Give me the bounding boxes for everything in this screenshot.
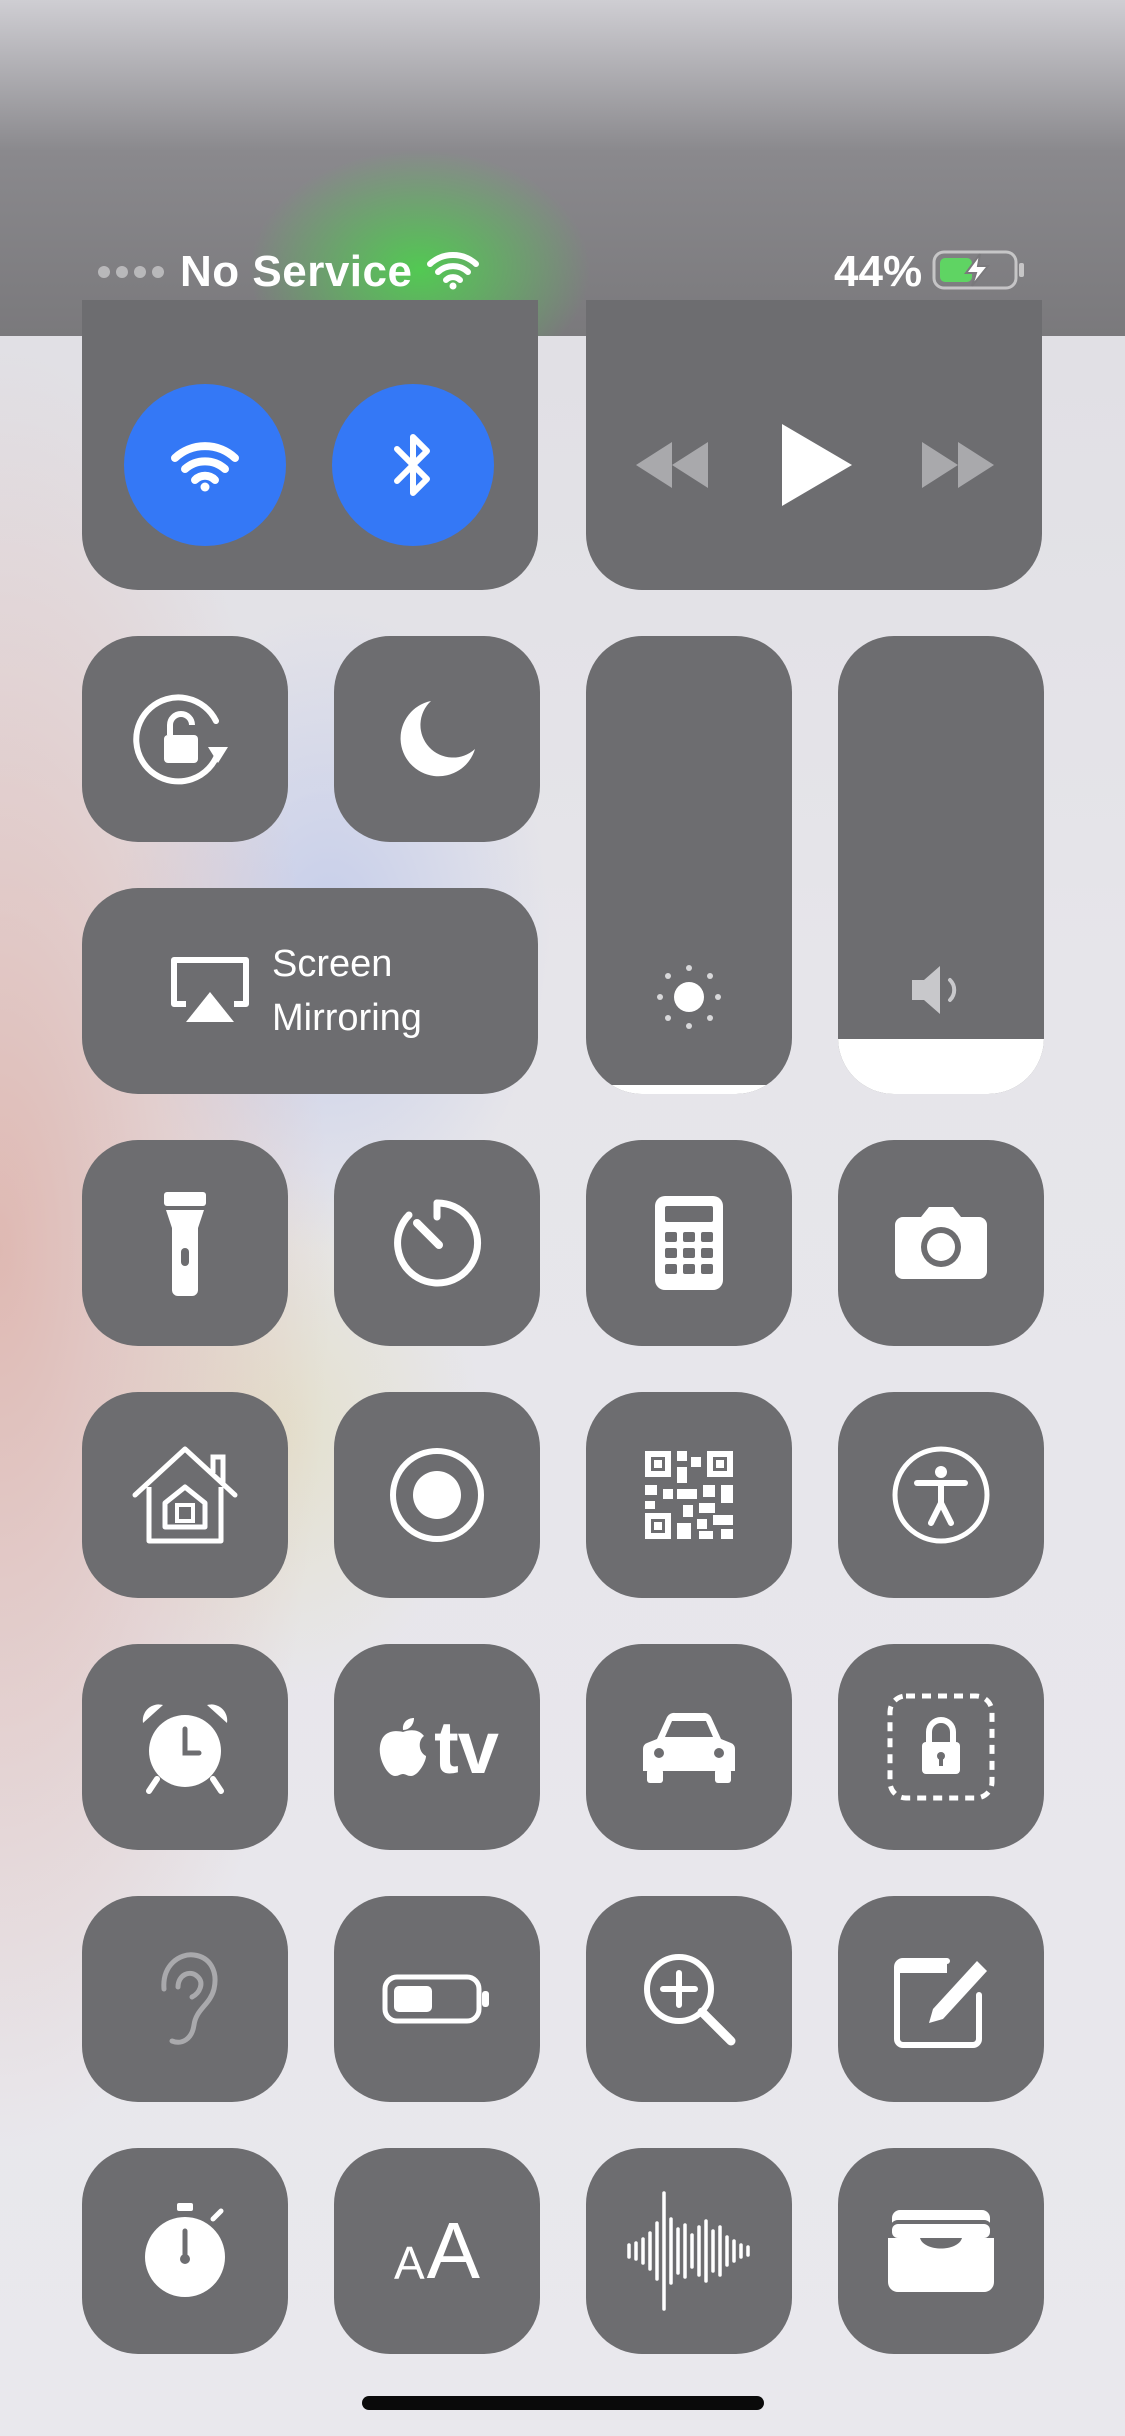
now-playing-module (586, 300, 1042, 590)
brightness-icon (586, 962, 792, 1032)
volume-slider[interactable] (838, 636, 1044, 1094)
status-left: No Service (98, 242, 480, 302)
magnifier-button[interactable] (586, 1896, 792, 2102)
volume-level (838, 1039, 1044, 1094)
battery-charging-icon (932, 248, 1028, 297)
status-bar: No Service 44% (0, 0, 1125, 336)
apple-tv-remote-button[interactable]: tv (334, 1644, 540, 1850)
calculator-button[interactable] (586, 1140, 792, 1346)
magnifier-icon (639, 1949, 739, 2049)
connectivity-module (82, 300, 538, 590)
ear-icon (150, 1949, 220, 2049)
text-size-small-label: A (393, 2237, 425, 2289)
wallet-button[interactable] (838, 2148, 1044, 2354)
label-line-1: Screen (272, 943, 393, 985)
speaker-icon (838, 960, 1044, 1020)
low-power-mode-button[interactable] (334, 1896, 540, 2102)
orientation-lock-button[interactable] (82, 636, 288, 842)
do-not-disturb-button[interactable] (334, 636, 540, 842)
screen-mirroring-label: Screen Mirroring (272, 937, 422, 1045)
camera-icon (891, 1205, 991, 1281)
calculator-icon (653, 1194, 725, 1292)
timer-button[interactable] (334, 1140, 540, 1346)
qr-code-icon (643, 1449, 735, 1541)
text-size-button[interactable]: A A (334, 2148, 540, 2354)
notes-button[interactable] (838, 1896, 1044, 2102)
screen-mirroring-button[interactable]: Screen Mirroring (82, 888, 538, 1094)
hearing-button[interactable] (82, 1896, 288, 2102)
text-size-large-label: A (426, 2206, 481, 2295)
bluetooth-icon (391, 429, 435, 501)
wifi-toggle[interactable] (124, 384, 286, 546)
alarm-button[interactable] (82, 1644, 288, 1850)
accessibility-icon (891, 1445, 991, 1545)
compose-note-icon (889, 1947, 993, 2051)
home-indicator[interactable] (362, 2396, 764, 2410)
alarm-clock-icon (135, 1697, 235, 1797)
guided-access-button[interactable] (838, 1644, 1044, 1850)
fast-forward-icon[interactable] (918, 438, 998, 492)
play-icon[interactable] (776, 420, 856, 510)
waveform-icon (624, 2189, 754, 2313)
qr-code-scanner-button[interactable] (586, 1392, 792, 1598)
camera-button[interactable] (838, 1140, 1044, 1346)
battery-icon (382, 1972, 492, 2026)
home-icon (129, 1443, 241, 1547)
record-icon (387, 1445, 487, 1545)
brightness-slider[interactable] (586, 636, 792, 1094)
airplay-icon (170, 956, 250, 1026)
battery-percentage: 44% (834, 247, 923, 296)
screen-recording-button[interactable] (334, 1392, 540, 1598)
accessibility-button[interactable] (838, 1392, 1044, 1598)
stopwatch-button[interactable] (82, 2148, 288, 2354)
stopwatch-icon (137, 2201, 233, 2301)
moon-icon (395, 697, 479, 781)
wallet-icon (886, 2208, 996, 2294)
guided-access-icon (886, 1692, 996, 1802)
timer-icon (389, 1195, 485, 1291)
carrier-label: No Service (180, 247, 413, 296)
rewind-icon[interactable] (632, 438, 712, 492)
wifi-icon (170, 438, 240, 492)
bluetooth-toggle[interactable] (332, 384, 494, 546)
status-right: 44% (834, 242, 1028, 302)
apple-logo-icon (376, 1716, 430, 1778)
brightness-level (586, 1084, 792, 1094)
signal-strength-icon (98, 266, 164, 278)
driving-focus-button[interactable] (586, 1644, 792, 1850)
label-line-2: Mirroring (272, 997, 422, 1039)
car-icon (639, 1709, 739, 1785)
wifi-status-icon (426, 250, 480, 295)
flashlight-button[interactable] (82, 1140, 288, 1346)
home-button[interactable] (82, 1392, 288, 1598)
orientation-lock-icon (130, 689, 240, 789)
flashlight-icon (160, 1188, 210, 1298)
voice-memos-button[interactable] (586, 2148, 792, 2354)
apple-tv-label: tv (434, 1705, 499, 1789)
